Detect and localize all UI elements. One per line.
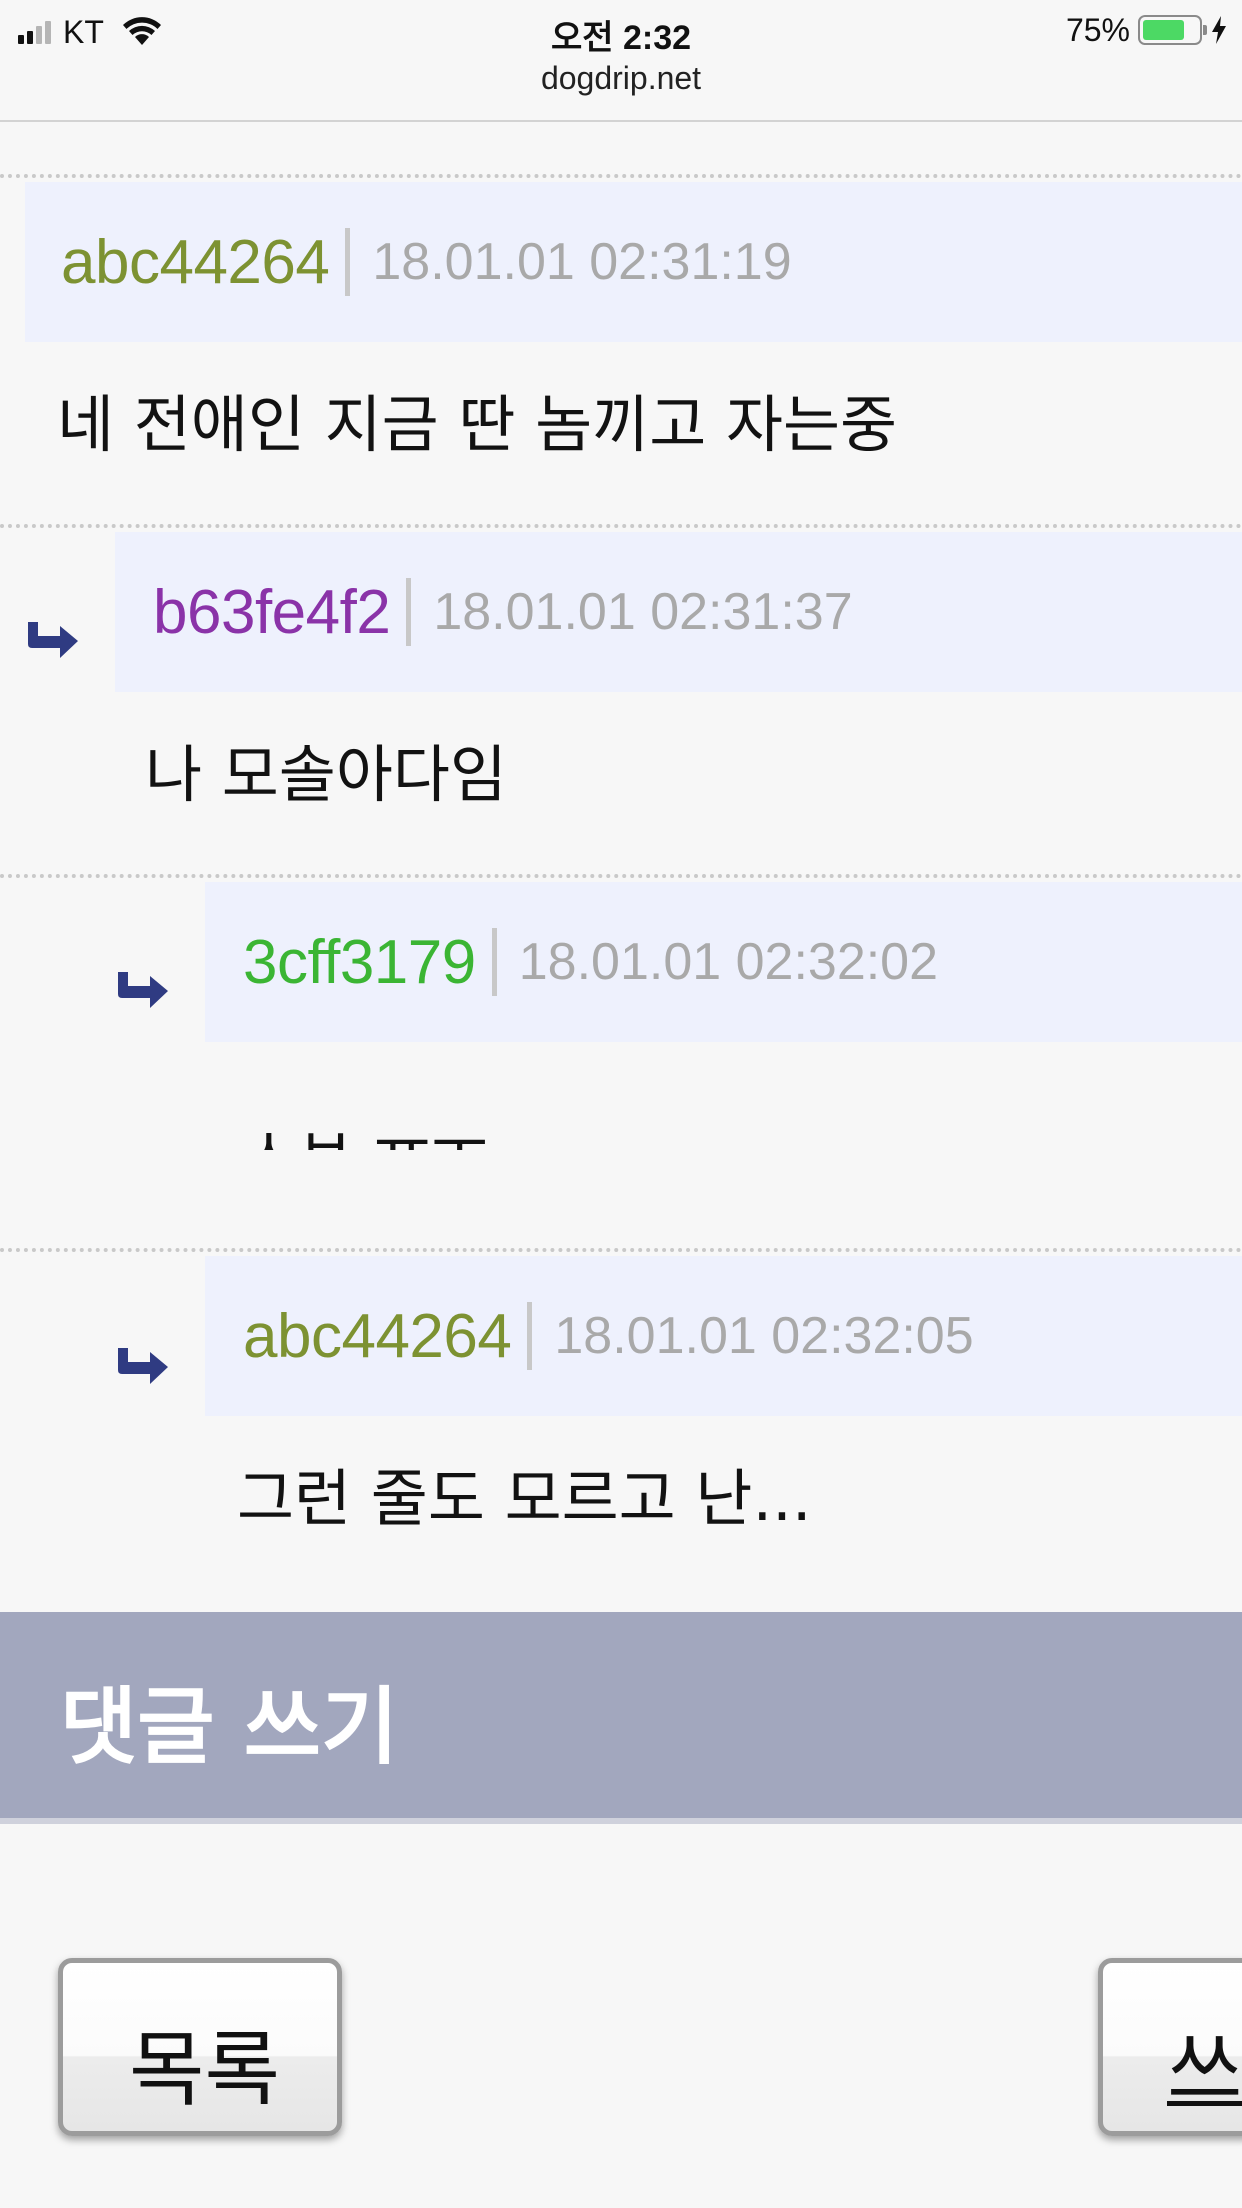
battery-level-fill	[1143, 20, 1184, 40]
comment-date: 18.01.01 02:31:37	[433, 583, 853, 641]
comment-item: 3cff3179 18.01.01 02:32:02 ㅅㅂ ㅠㅜ	[0, 874, 1242, 1250]
comment-header: 3cff3179 18.01.01 02:32:02	[205, 882, 1242, 1042]
address-url[interactable]: dogdrip.net	[0, 60, 1242, 97]
status-time: 오전 2:32	[550, 19, 692, 57]
status-right: 75%	[1066, 12, 1228, 48]
write-comment-label: 댓글 쓰기	[60, 1678, 399, 1776]
comment-date: 18.01.01 02:32:02	[518, 933, 939, 991]
reply-arrow-icon	[28, 622, 78, 658]
comment-author[interactable]: abc44264	[243, 1301, 512, 1372]
comment-header: abc44264 18.01.01 02:31:19	[25, 182, 1242, 342]
divider	[406, 578, 412, 646]
battery-icon	[1138, 15, 1207, 45]
write-comment-bar[interactable]: 댓글 쓰기	[0, 1612, 1242, 1824]
comment-author[interactable]: b63fe4f2	[153, 577, 391, 648]
comment-text: 네 전애인 지금 딴 놈끼고 자는중	[57, 388, 898, 461]
comment-header: b63fe4f2 18.01.01 02:31:37	[115, 532, 1242, 692]
comment-header: abc44264 18.01.01 02:32:05	[205, 1256, 1242, 1416]
comment-text-clip: ㅅㅂ ㅠㅜ	[240, 1100, 840, 1150]
comment-item: abc44264 18.01.01 02:32:05 그런 줄도 모르고 난..…	[0, 1248, 1242, 1592]
write-button-label: 쓰	[1167, 2023, 1242, 2118]
comment-date: 18.01.01 02:31:19	[372, 233, 792, 291]
bolt-icon	[1212, 16, 1226, 44]
reply-arrow-icon	[118, 972, 168, 1008]
comment-date: 18.01.01 02:32:05	[554, 1307, 974, 1365]
list-button[interactable]: 목록	[58, 1958, 342, 2136]
comment-author[interactable]: abc44264	[61, 227, 330, 298]
comment-text: 나 모솔아다임	[145, 738, 507, 811]
divider	[491, 928, 497, 996]
reply-arrow-icon	[118, 1348, 168, 1384]
divider	[345, 228, 351, 296]
write-button[interactable]: 쓰	[1098, 1958, 1242, 2136]
comment-item: b63fe4f2 18.01.01 02:31:37 나 모솔아다임	[0, 524, 1242, 868]
comment-item: abc44264 18.01.01 02:31:19 네 전애인 지금 딴 놈끼…	[0, 174, 1242, 518]
divider	[527, 1302, 533, 1370]
battery-percent: 75%	[1065, 11, 1130, 48]
list-button-label: 목록	[129, 2023, 280, 2118]
comment-text: ㅅㅂ ㅠㅜ	[240, 1100, 488, 1150]
comment-text: 그런 줄도 모르고 난...	[237, 1462, 812, 1535]
status-bar: KT 오전 2:32 dogdrip.net 75%	[0, 0, 1242, 122]
comment-author[interactable]: 3cff3179	[243, 927, 476, 998]
